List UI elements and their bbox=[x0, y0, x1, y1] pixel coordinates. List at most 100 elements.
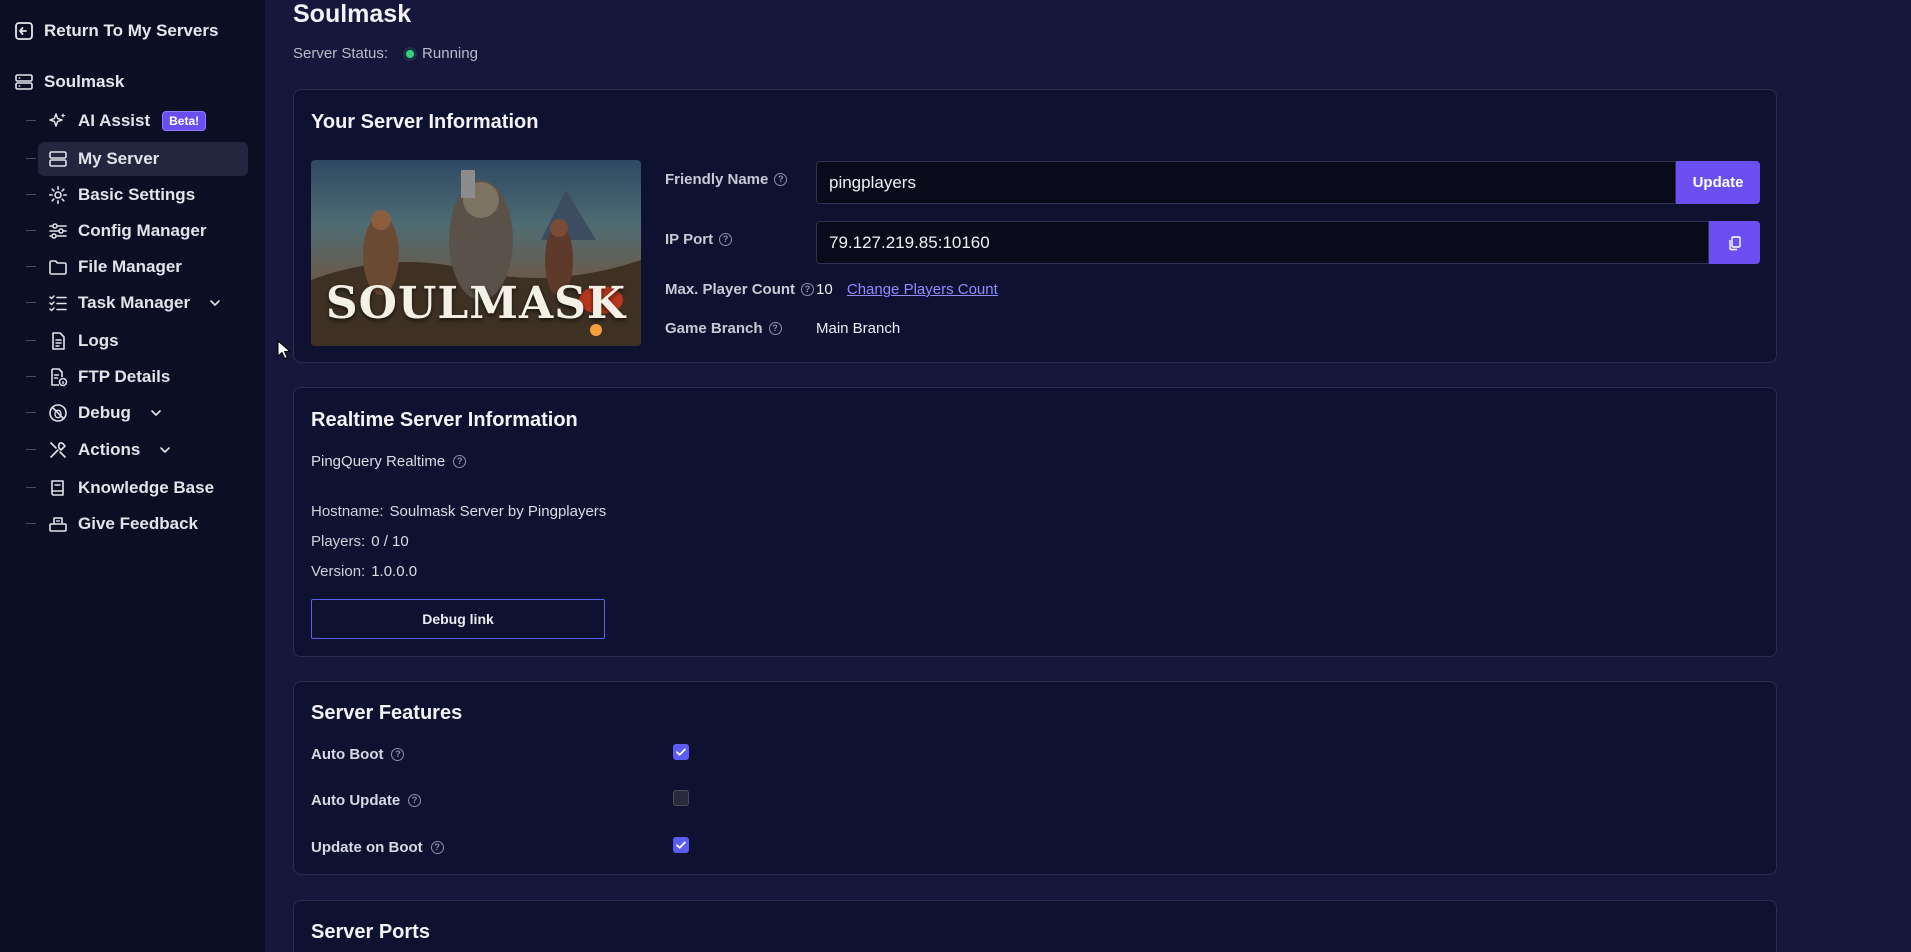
friendly-name-input[interactable]: pingplayers bbox=[816, 161, 1676, 204]
sidebar-item-debug[interactable]: Debug bbox=[26, 396, 248, 430]
card-title: Your Server Information bbox=[311, 111, 539, 133]
friendly-name-label-text: Friendly Name bbox=[665, 171, 769, 188]
realtime-info-card: Realtime Server Information PingQuery Re… bbox=[293, 387, 1777, 657]
chevron-down-icon[interactable] bbox=[149, 406, 163, 420]
server-icon bbox=[15, 74, 33, 90]
chevron-down-icon[interactable] bbox=[208, 296, 222, 310]
sidebar-item-label: Debug bbox=[78, 403, 131, 422]
sidebar-item-label: Actions bbox=[78, 440, 141, 459]
sidebar-item-label: File Manager bbox=[78, 257, 182, 276]
sidebar-item-label: AI Assist bbox=[78, 111, 151, 130]
document-icon bbox=[52, 332, 65, 350]
game-branch-label: Game Branch ? bbox=[665, 320, 782, 337]
status-dot bbox=[406, 49, 415, 58]
sidebar-item-label: My Server bbox=[78, 149, 160, 168]
friendly-name-label: Friendly Name ? bbox=[665, 171, 788, 188]
return-label: Return To My Servers bbox=[44, 21, 219, 40]
sliders-icon bbox=[49, 223, 67, 239]
help-icon[interactable]: ? bbox=[408, 794, 422, 807]
auto-boot-checkbox[interactable] bbox=[673, 744, 689, 760]
server-icon bbox=[49, 151, 67, 167]
main-content: Soulmask Server Status: Running Your Ser… bbox=[265, 0, 1911, 952]
sidebar-item-basic-settings[interactable]: Basic Settings bbox=[26, 178, 248, 212]
feature-label: Auto Update bbox=[311, 792, 401, 809]
sidebar-item-task-manager[interactable]: Task Manager bbox=[26, 286, 248, 320]
copy-icon bbox=[1728, 235, 1741, 250]
auto-boot-label: Auto Boot ? bbox=[311, 746, 405, 763]
sidebar-server-title[interactable]: Soulmask bbox=[14, 69, 124, 95]
help-icon[interactable]: ? bbox=[801, 283, 815, 296]
help-icon[interactable]: ? bbox=[774, 173, 788, 186]
help-icon[interactable]: ? bbox=[391, 748, 405, 761]
sidebar-item-label: Logs bbox=[78, 331, 119, 350]
sidebar-item-knowledge-base[interactable]: Knowledge Base bbox=[26, 471, 248, 505]
checklist-icon bbox=[49, 295, 67, 312]
game-branch-value: Main Branch bbox=[816, 320, 901, 337]
cover-title: SOULMASK bbox=[325, 278, 627, 329]
mouse-cursor-icon bbox=[277, 340, 291, 360]
sidebar-item-my-server[interactable]: My Server bbox=[26, 142, 248, 176]
sidebar-item-label: Task Manager bbox=[78, 293, 191, 312]
sidebar-item-config-manager[interactable]: Config Manager bbox=[26, 214, 248, 248]
hostname-label: Hostname: bbox=[311, 503, 384, 520]
return-to-servers-link[interactable]: Return To My Servers bbox=[14, 18, 218, 44]
sidebar-item-actions[interactable]: Actions bbox=[26, 433, 248, 467]
help-icon[interactable]: ? bbox=[453, 455, 467, 468]
tools-icon bbox=[50, 442, 66, 458]
file-info-icon bbox=[51, 368, 68, 387]
auto-update-checkbox[interactable] bbox=[673, 790, 689, 806]
check-icon bbox=[676, 748, 686, 756]
game-cover-image: SOULMASK bbox=[311, 160, 641, 346]
hostname-value: Soulmask Server by Pingplayers bbox=[389, 503, 607, 520]
status-label: Server Status: bbox=[293, 45, 389, 62]
ip-port-input[interactable]: 79.127.219.85:10160 bbox=[816, 221, 1709, 264]
sidebar-item-ftp-details[interactable]: FTP Details bbox=[26, 360, 248, 394]
max-player-count: 10 bbox=[816, 281, 833, 298]
players-label: Players: bbox=[311, 533, 366, 550]
sidebar-item-give-feedback[interactable]: Give Feedback bbox=[26, 507, 248, 541]
card-title: Server Ports bbox=[311, 921, 430, 943]
feature-label: Update on Boot bbox=[311, 839, 423, 856]
sidebar-item-ai-assist[interactable]: AI Assist Beta! bbox=[26, 104, 248, 138]
version-row: Version: 1.0.0.0 bbox=[311, 563, 417, 580]
version-value: 1.0.0.0 bbox=[371, 563, 418, 580]
server-ports-card: Server Ports bbox=[293, 900, 1777, 952]
help-icon[interactable]: ? bbox=[719, 233, 733, 246]
sparkles-icon bbox=[49, 113, 66, 127]
update-button[interactable]: Update bbox=[1676, 161, 1760, 204]
help-icon[interactable]: ? bbox=[430, 841, 444, 854]
book-icon bbox=[51, 480, 64, 496]
change-players-link[interactable]: Change Players Count bbox=[847, 281, 998, 298]
card-title: Server Features bbox=[311, 702, 463, 724]
version-label: Version: bbox=[311, 563, 366, 580]
sidebar-item-label: Config Manager bbox=[78, 221, 207, 240]
gear-icon bbox=[49, 186, 67, 204]
return-icon bbox=[15, 22, 33, 40]
max-player-label-text: Max. Player Count bbox=[665, 281, 796, 298]
sidebar-item-label: Give Feedback bbox=[78, 514, 199, 533]
update-on-boot-checkbox[interactable] bbox=[673, 837, 689, 853]
folder-icon bbox=[49, 260, 67, 275]
players-value: 0 / 10 bbox=[371, 533, 409, 550]
sidebar-item-label: FTP Details bbox=[78, 367, 171, 386]
help-icon[interactable]: ? bbox=[768, 322, 782, 335]
copy-button[interactable] bbox=[1709, 221, 1760, 264]
server-status: Server Status: Running bbox=[293, 45, 478, 62]
server-name: Soulmask bbox=[44, 72, 125, 91]
auto-update-label: Auto Update ? bbox=[311, 792, 422, 809]
server-info-card: Your Server Information SOULMASK Friendl… bbox=[293, 89, 1777, 363]
ip-port-label: IP Port ? bbox=[665, 231, 733, 248]
max-player-label: Max. Player Count ? bbox=[665, 281, 815, 298]
status-value: Running bbox=[422, 45, 478, 62]
pingquery-row: PingQuery Realtime ? bbox=[311, 453, 467, 470]
sidebar-item-file-manager[interactable]: File Manager bbox=[26, 250, 248, 284]
feedback-icon bbox=[49, 517, 67, 532]
sidebar-item-logs[interactable]: Logs bbox=[26, 324, 248, 358]
max-player-value: 10 Change Players Count bbox=[816, 281, 998, 298]
chevron-down-icon[interactable] bbox=[158, 443, 172, 457]
pingquery-label: PingQuery Realtime bbox=[311, 453, 446, 470]
debug-link-button[interactable]: Debug link bbox=[311, 599, 605, 639]
page-title: Soulmask bbox=[293, 0, 412, 28]
card-title: Realtime Server Information bbox=[311, 409, 578, 431]
server-features-card: Server Features Auto Boot ? Auto Update … bbox=[293, 681, 1777, 875]
